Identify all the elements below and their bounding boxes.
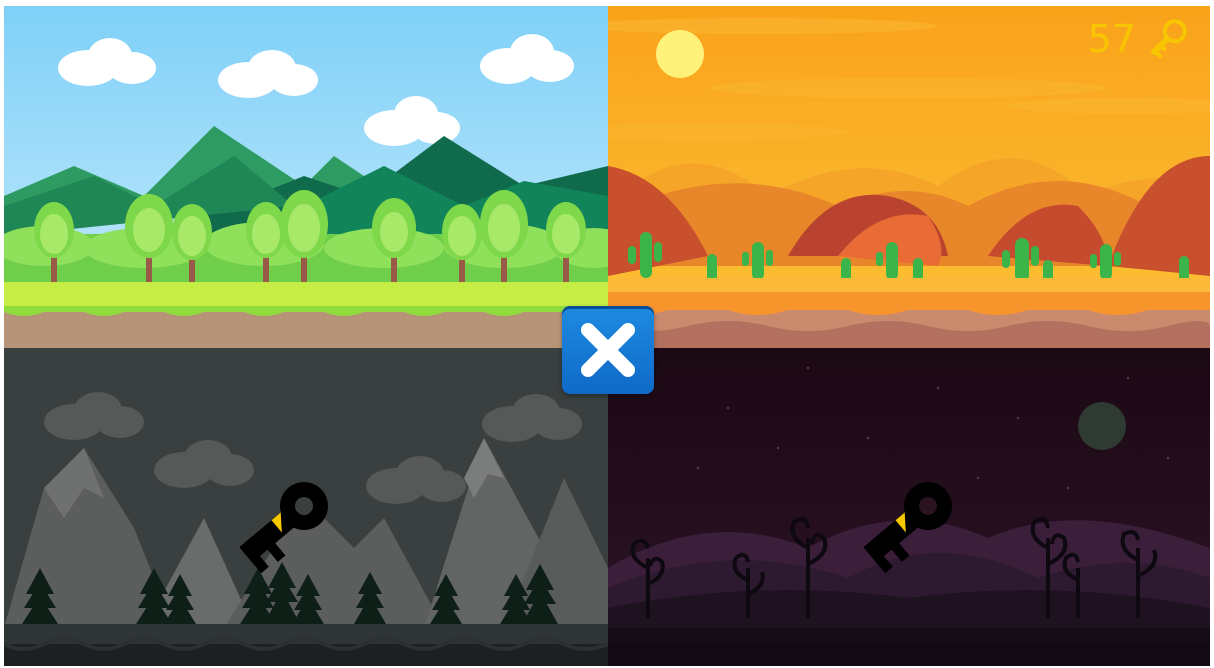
close-icon (581, 323, 635, 377)
close-button[interactable] (562, 306, 654, 394)
night-scene (608, 348, 1210, 666)
world-tile-mountains-locked[interactable] (4, 348, 608, 666)
world-tile-night-locked[interactable] (608, 348, 1210, 666)
world-tile-forest[interactable] (4, 6, 608, 348)
key-icon (1150, 19, 1187, 59)
world-select-screen: 57 (4, 6, 1210, 666)
forest-scene (4, 6, 608, 348)
key-counter: 57 (1088, 14, 1192, 64)
key-count: 57 (1087, 17, 1136, 61)
mountains-scene (4, 348, 608, 666)
